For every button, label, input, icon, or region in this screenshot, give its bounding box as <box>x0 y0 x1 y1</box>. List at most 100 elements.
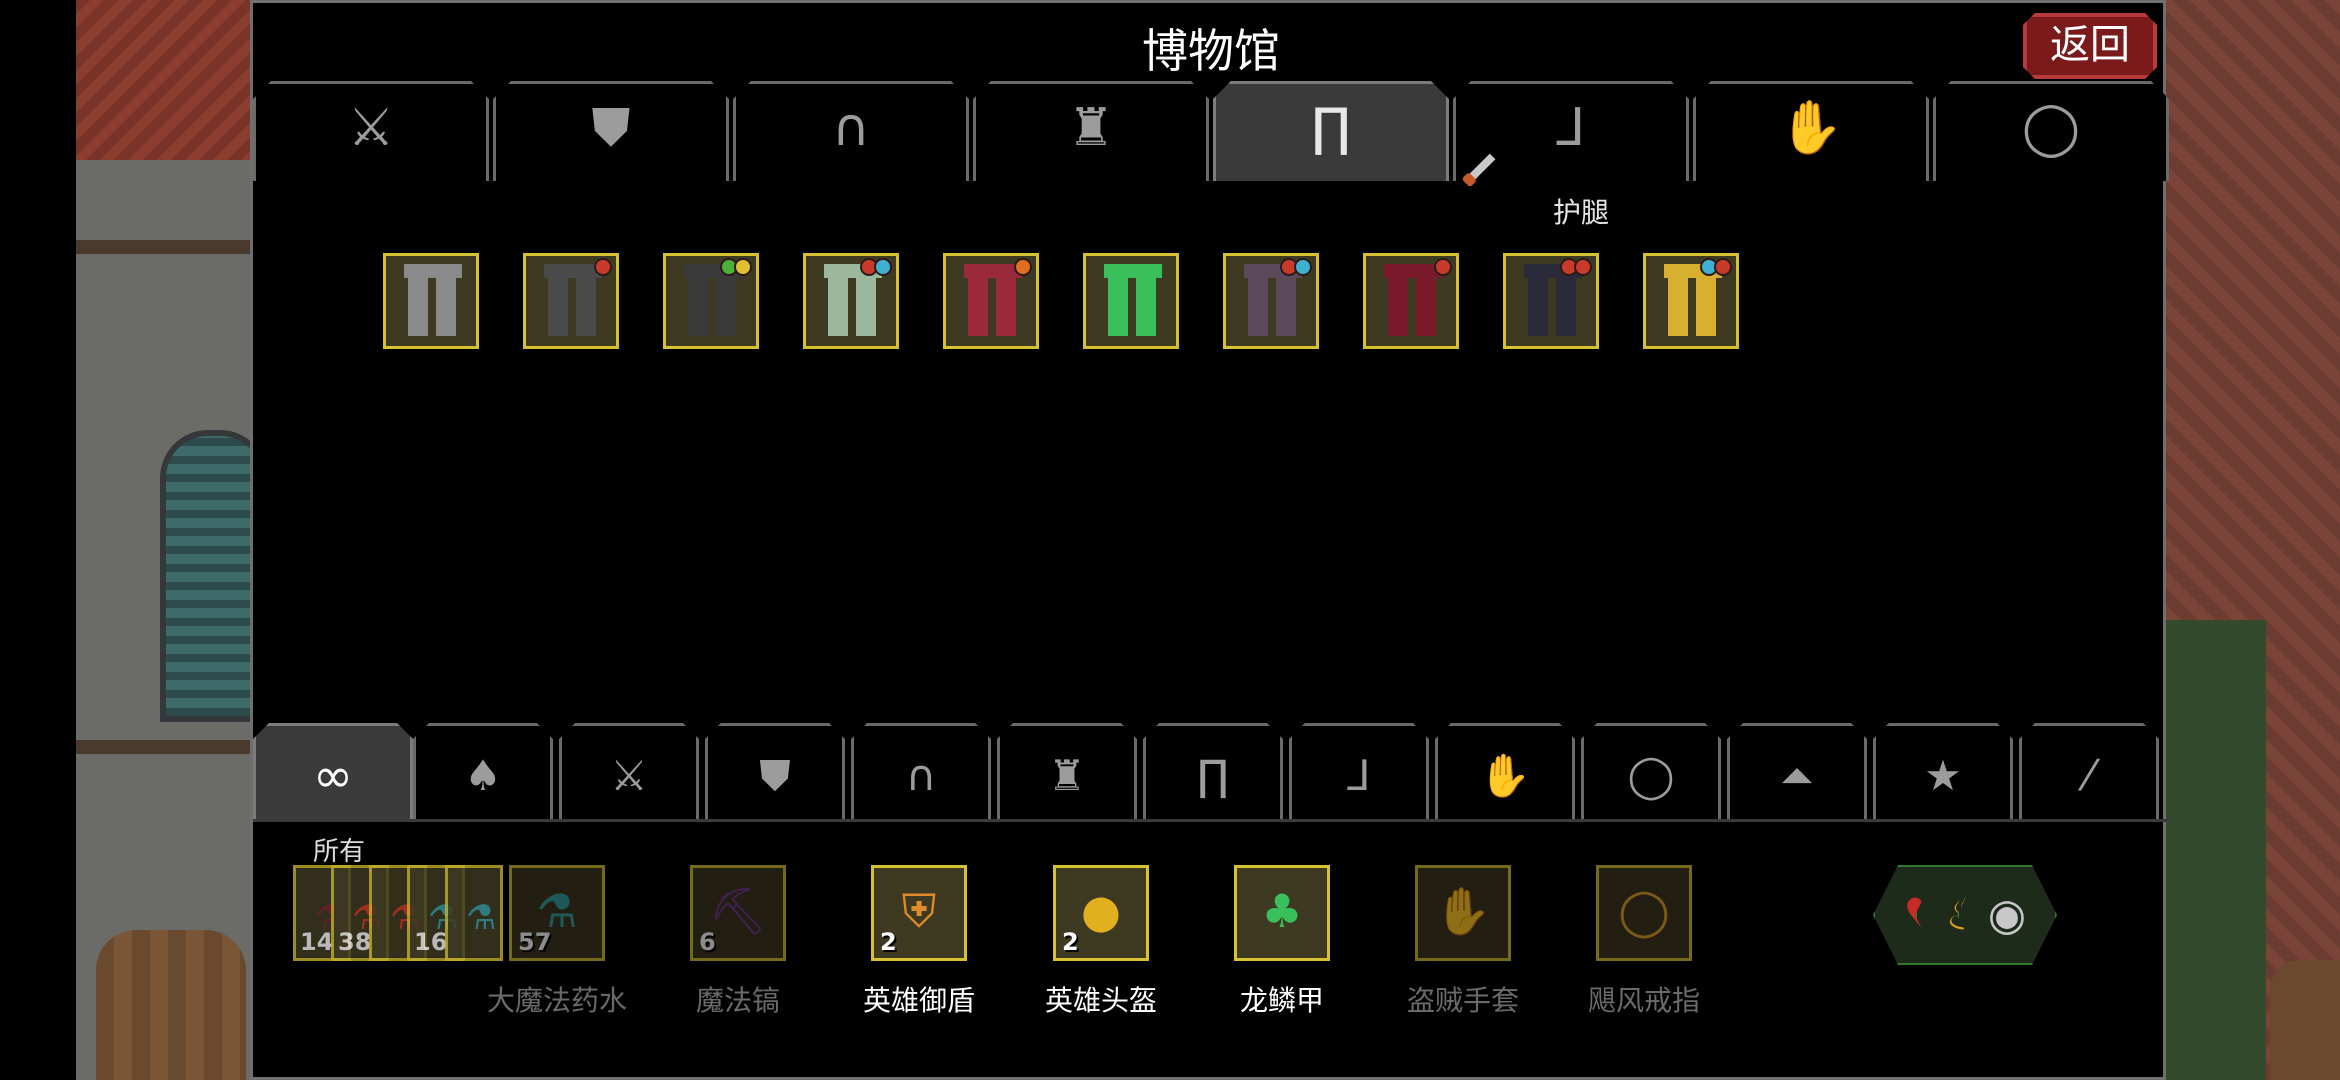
filter-tab-wand[interactable]: ⁄ <box>2019 723 2159 819</box>
inventory-item-label: 大魔法药水 <box>486 984 627 1017</box>
infinity-icon: ∞ <box>313 748 353 804</box>
barrel <box>96 930 246 1080</box>
ring-icon: ◯ <box>2021 98 2081 158</box>
page-title: 博物馆 <box>1142 24 1280 78</box>
inventory-item[interactable]: ◯ <box>1596 865 1692 961</box>
inventory-item[interactable]: ⛨ 2 <box>871 865 967 961</box>
filter-tab-sword[interactable]: ⚔ <box>559 723 699 819</box>
back-button[interactable]: 返回 <box>2023 13 2157 79</box>
sword-icon: ⚔ <box>610 751 648 800</box>
item-count: 38 <box>338 928 372 956</box>
filter-tab-bag[interactable]: ♠ <box>413 723 553 819</box>
greaves-icon <box>408 268 456 336</box>
gem-icon <box>1294 258 1312 276</box>
inventory-item-label: 魔法镐 <box>695 984 780 1017</box>
boots-icon: ⅃ <box>1556 98 1586 158</box>
timber-beam <box>76 740 256 754</box>
cape-icon: ⏶ <box>1780 751 1814 800</box>
tab-sword[interactable]: ⚔ <box>253 81 489 181</box>
filter-tab-helmet[interactable]: ∩ <box>851 723 991 819</box>
item-count: 57 <box>518 928 552 956</box>
filter-tab-greaves[interactable]: ∏ <box>1143 723 1283 819</box>
gem-icon <box>594 258 612 276</box>
inventory-item[interactable]: ✋ <box>1415 865 1511 961</box>
greaves-icon: ∏ <box>1311 98 1351 158</box>
shield-icon: ⛊ <box>591 98 631 158</box>
filter-tab-star[interactable]: ★ <box>1873 723 2013 819</box>
greaves-icon <box>1388 268 1436 336</box>
tab-shield[interactable]: ⛊ <box>493 81 729 181</box>
greaves-icon <box>1108 268 1156 336</box>
museum-item-black-greaves[interactable] <box>663 253 759 349</box>
museum-item-golden-greaves[interactable] <box>1643 253 1739 349</box>
greaves-icon <box>548 268 596 336</box>
inventory-item[interactable]: ● 2 <box>1053 865 1149 961</box>
museum-item-blood-greaves[interactable] <box>1363 253 1459 349</box>
item-count: 14 <box>300 928 334 956</box>
filter-tab-boots[interactable]: ⅃ <box>1289 723 1429 819</box>
wand-icon: ⁄ <box>2085 751 2093 800</box>
museum-item-shadow-greaves[interactable] <box>1223 253 1319 349</box>
filter-tab-cape[interactable]: ⏶ <box>1727 723 1867 819</box>
helmet-icon: ∩ <box>905 751 937 800</box>
gem-icon <box>1574 258 1592 276</box>
potion-icon: ⚗ <box>466 898 497 938</box>
tab-greaves[interactable]: ∏ <box>1213 81 1449 181</box>
gem-icon <box>1714 258 1732 276</box>
tab-helmet[interactable]: ∩ <box>733 81 969 181</box>
eye-icon: ◉ <box>1987 889 2027 941</box>
museum-item-emerald-greaves[interactable] <box>1083 253 1179 349</box>
active-tab-label: 护腿 <box>1553 196 1610 229</box>
divider <box>253 819 2169 822</box>
tab-ring[interactable]: ◯ <box>1933 81 2169 181</box>
inventory-item[interactable]: ⚗ 57 <box>509 865 605 961</box>
greaves-icon <box>1668 268 1716 336</box>
filter-tab-ring[interactable]: ◯ <box>1581 723 1721 819</box>
item-count: 16 <box>414 928 448 956</box>
tab-armor[interactable]: ♜ <box>973 81 1209 181</box>
inventory-item[interactable]: ♣ <box>1234 865 1330 961</box>
gem-icon <box>734 258 752 276</box>
greaves-icon <box>828 268 876 336</box>
greaves-icon <box>688 268 736 336</box>
gloves-icon: ✋ <box>1778 98 1844 158</box>
inventory-item[interactable]: ⛏ 6 <box>690 865 786 961</box>
filter-tab-shield[interactable]: ⛊ <box>705 723 845 819</box>
greaves-icon <box>1528 268 1576 336</box>
inventory-item-label: 英雄头盔 <box>1044 984 1157 1017</box>
filter-tab-infinity[interactable]: ∞ <box>253 723 413 819</box>
potion-stack-item[interactable]: ⚗ <box>445 865 503 961</box>
inventory-item-label: 盗贼手套 <box>1406 984 1519 1017</box>
greaves-icon <box>968 268 1016 336</box>
greaves-icon <box>1248 268 1296 336</box>
item-count: 6 <box>699 928 716 956</box>
museum-item-chainmail-greaves[interactable] <box>383 253 479 349</box>
item-art-icon: ♣ <box>1261 884 1303 939</box>
inventory-item-label: 龙鳞甲 <box>1239 984 1324 1017</box>
museum-panel: 博物馆 返回 ⚔ ⛊ ∩ ♜ ∏ ⅃ ✋ ◯ 护腿 ∞ ♠ ⚔ ⛊ ∩ ♜ ∏ ⅃ ✋ ◯ ⏶ ★ ⁄ 所有 ⚗ 14 ⚗… <box>250 0 2169 1080</box>
item-art-icon: ⛏ <box>708 884 768 939</box>
item-count: 2 <box>880 928 897 956</box>
gem-icon <box>1434 258 1452 276</box>
shield-icon: ⛊ <box>759 751 791 800</box>
inventory-filter-tabs: ∞ ♠ ⚔ ⛊ ∩ ♜ ∏ ⅃ ✋ ◯ ⏶ ★ ⁄ <box>253 723 2169 819</box>
inventory-item-label: 飓风戒指 <box>1587 984 1700 1017</box>
armor-icon: ♜ <box>1067 98 1115 158</box>
inventory-item-label: 英雄御盾 <box>862 984 975 1017</box>
background-house-left <box>76 0 268 1080</box>
museum-item-sage-greaves[interactable] <box>803 253 899 349</box>
star-icon: ★ <box>1924 751 1962 800</box>
gem-icon <box>874 258 892 276</box>
item-art-icon: ● <box>1080 884 1122 939</box>
boots-icon: ⅃ <box>1347 751 1371 800</box>
museum-item-dark-chain-greaves[interactable] <box>523 253 619 349</box>
museum-item-obsidian-greaves[interactable] <box>1503 253 1599 349</box>
filter-tab-gloves[interactable]: ✋ <box>1435 723 1575 819</box>
museum-item-crimson-greaves[interactable] <box>943 253 1039 349</box>
tab-gloves[interactable]: ✋ <box>1693 81 1929 181</box>
filter-tab-armor[interactable]: ♜ <box>997 723 1137 819</box>
timber-beam <box>76 240 256 254</box>
grass <box>2166 620 2266 1080</box>
ring-icon: ◯ <box>1627 751 1675 800</box>
item-art-icon: ◯ <box>1618 884 1670 939</box>
